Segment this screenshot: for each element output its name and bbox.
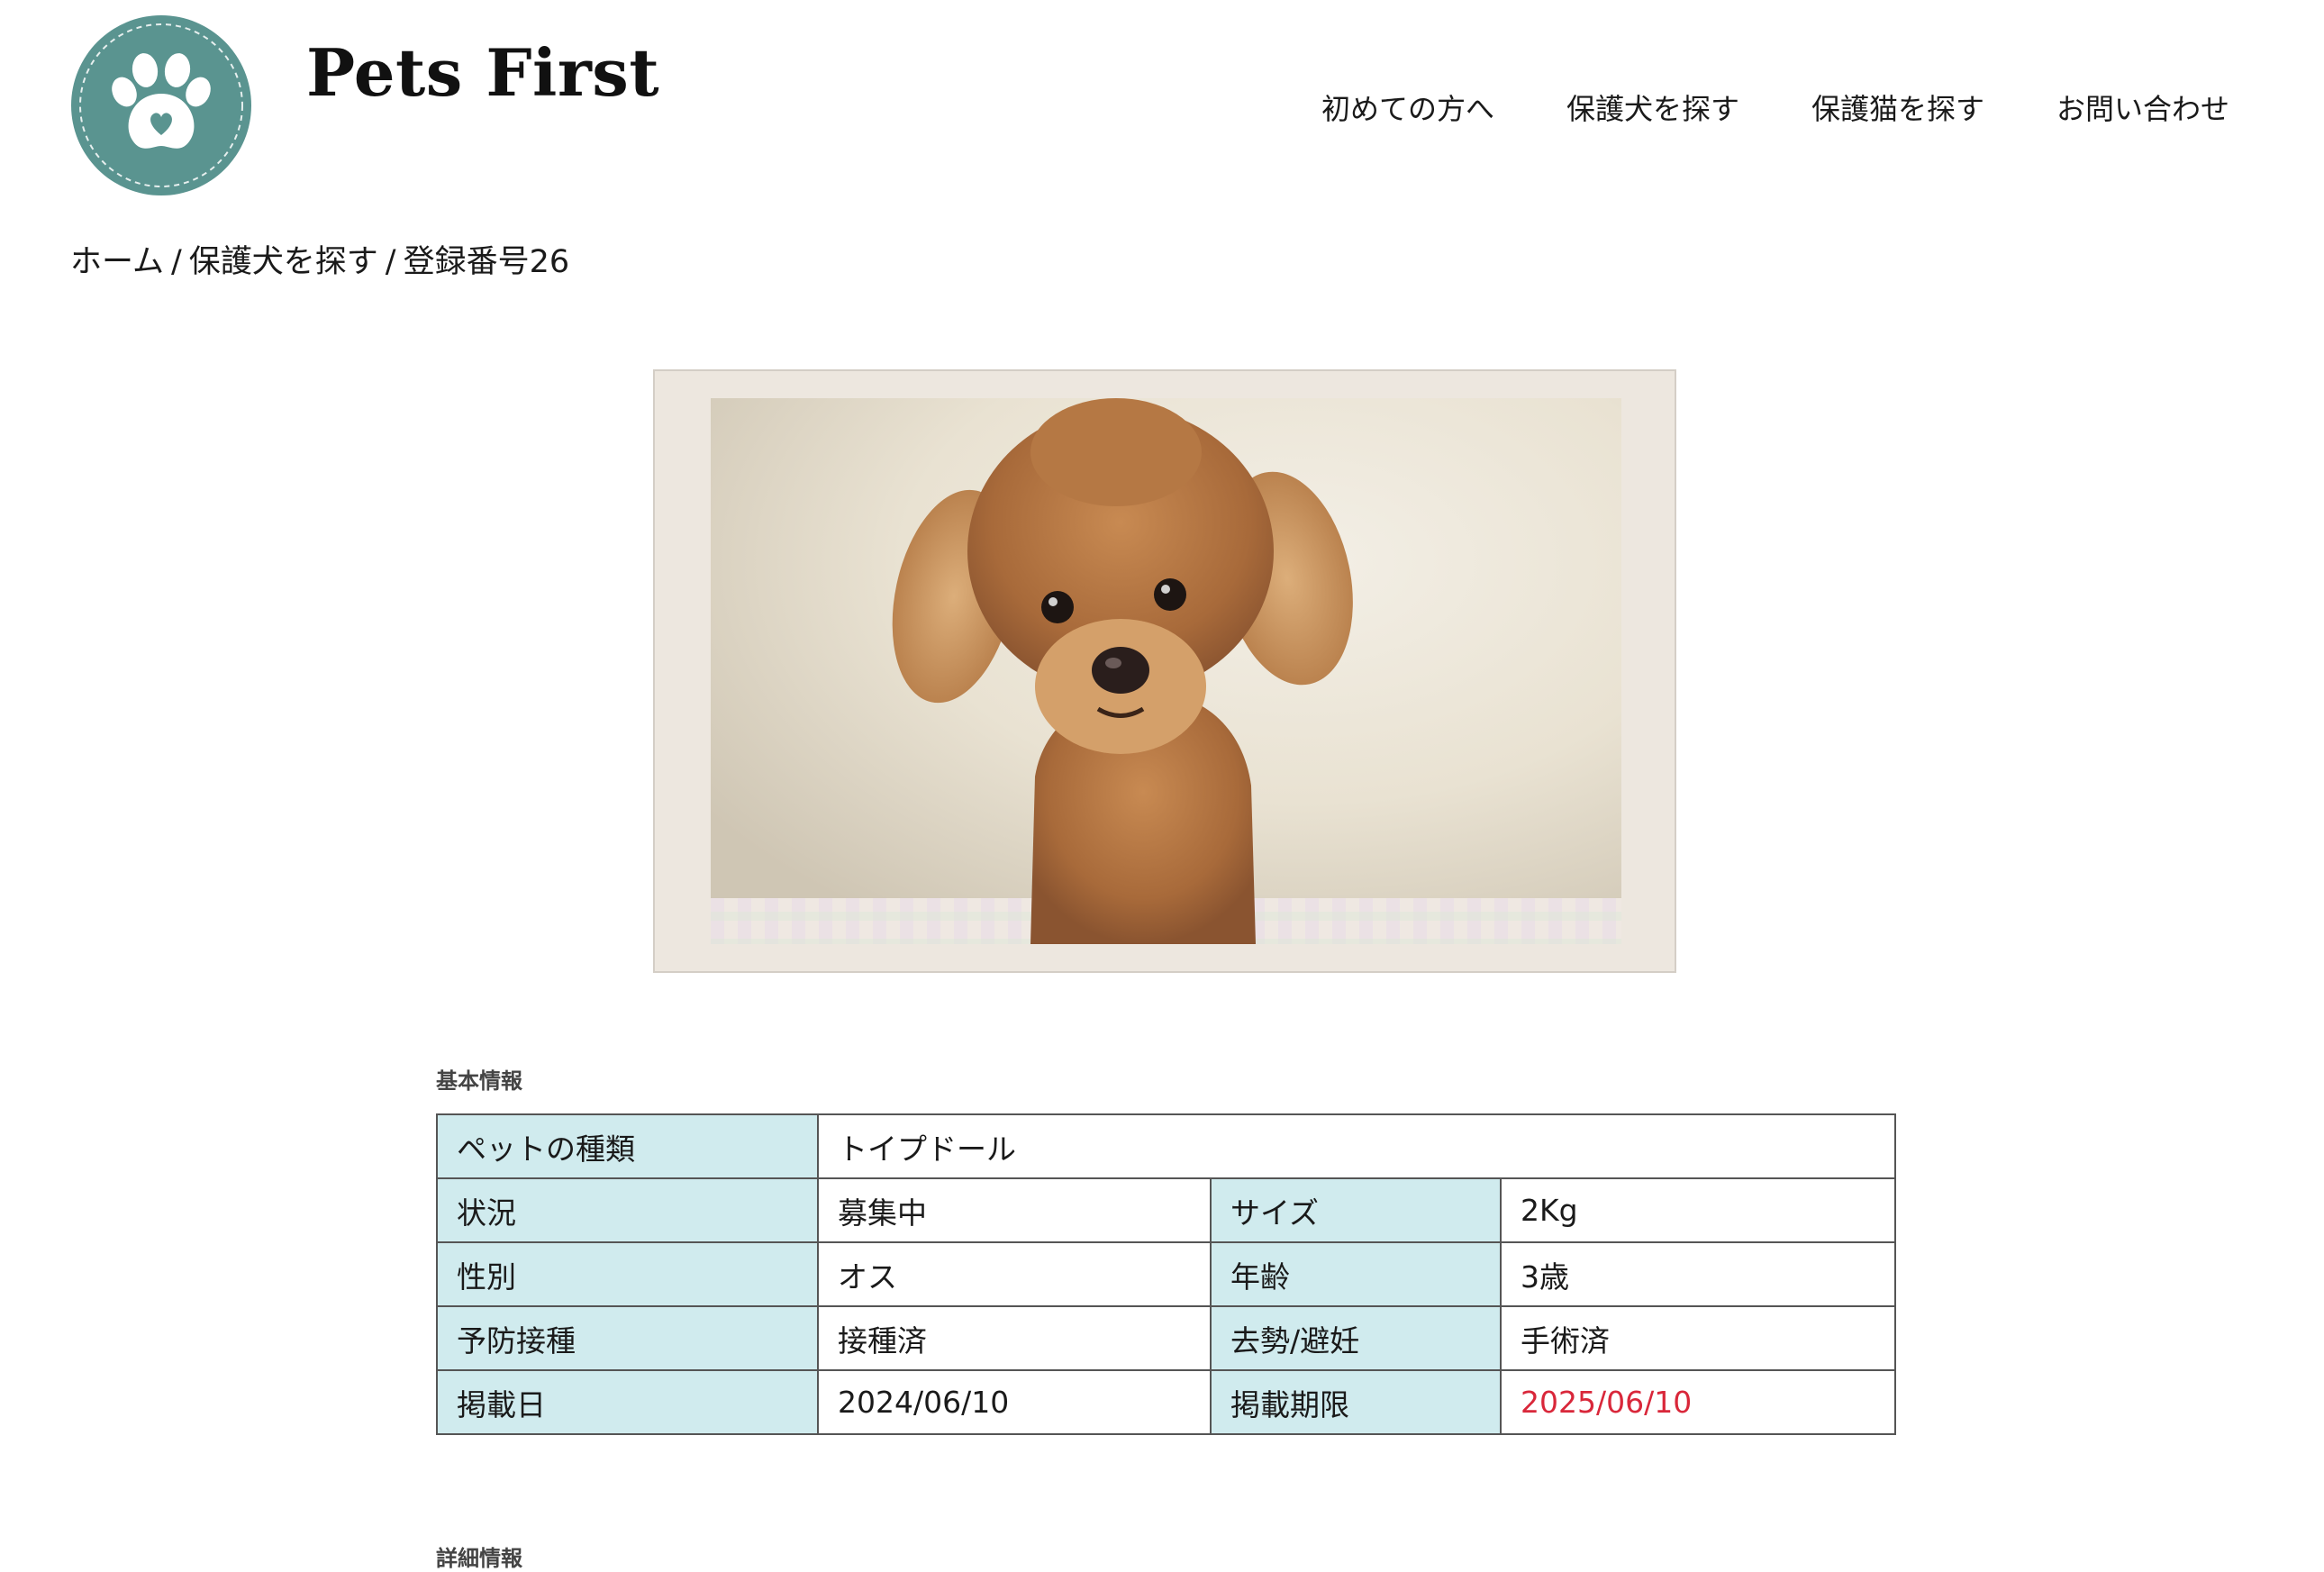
- status-value: 募集中: [817, 1177, 1212, 1243]
- size-label: サイズ: [1210, 1177, 1502, 1243]
- table-row: 状況 募集中 サイズ 2Kg: [436, 1177, 1897, 1243]
- nav-contact[interactable]: お問い合わせ: [2056, 86, 2229, 128]
- table-row: 掲載日 2024/06/10 掲載期限 2025/06/10: [436, 1369, 1897, 1435]
- pet-photo: [711, 398, 1621, 944]
- global-nav: 初めての方へ 保護犬を探す 保護猫を探す お問い合わせ: [1321, 86, 2229, 128]
- breadcrumb: ホーム / 保護犬を探す / 登録番号26: [70, 236, 569, 282]
- age-label: 年齢: [1210, 1241, 1502, 1307]
- site-logo[interactable]: [70, 14, 252, 196]
- breadcrumb-find-dogs[interactable]: 保護犬を探す: [189, 244, 378, 280]
- pet-type-label: ペットの種類: [436, 1113, 819, 1179]
- basic-info-table: ペットの種類 トイプドール 状況 募集中 サイズ 2Kg 性別 オス 年齢 3歳…: [436, 1113, 1897, 1435]
- sex-label: 性別: [436, 1241, 819, 1307]
- nav-first-time[interactable]: 初めての方へ: [1321, 86, 1494, 128]
- vaccine-value: 接種済: [817, 1305, 1212, 1371]
- basic-info-heading: 基本情報: [436, 1068, 522, 1094]
- neuter-value: 手術済: [1499, 1305, 1897, 1371]
- paw-logo-icon: [71, 15, 251, 195]
- table-row: ペットの種類 トイプドール: [436, 1113, 1897, 1179]
- pet-type-value: トイプドール: [816, 1113, 1897, 1179]
- neuter-label: 去勢/避妊: [1210, 1305, 1502, 1371]
- nav-find-cats[interactable]: 保護猫を探す: [1811, 86, 1984, 128]
- size-value: 2Kg: [1499, 1177, 1897, 1243]
- pet-photo-frame: [653, 369, 1676, 973]
- table-row: 予防接種 接種済 去勢/避妊 手術済: [436, 1305, 1897, 1371]
- table-row: 性別 オス 年齢 3歳: [436, 1241, 1897, 1307]
- expiry-date-label: 掲載期限: [1210, 1369, 1502, 1435]
- nav-find-dogs[interactable]: 保護犬を探す: [1566, 86, 1739, 128]
- posted-date-label: 掲載日: [436, 1369, 819, 1435]
- breadcrumb-separator: /: [170, 244, 182, 280]
- vaccine-label: 予防接種: [436, 1305, 819, 1371]
- breadcrumb-separator: /: [385, 244, 396, 280]
- site-title[interactable]: Pets First: [306, 34, 659, 111]
- posted-date-value: 2024/06/10: [817, 1369, 1212, 1435]
- expiry-date-value: 2025/06/10: [1499, 1369, 1897, 1435]
- sex-value: オス: [817, 1241, 1212, 1307]
- breadcrumb-current: 登録番号26: [403, 244, 570, 280]
- breadcrumb-home[interactable]: ホーム: [70, 244, 164, 280]
- status-label: 状況: [436, 1177, 819, 1243]
- age-value: 3歳: [1499, 1241, 1897, 1307]
- dog-photo-image: [711, 398, 1621, 944]
